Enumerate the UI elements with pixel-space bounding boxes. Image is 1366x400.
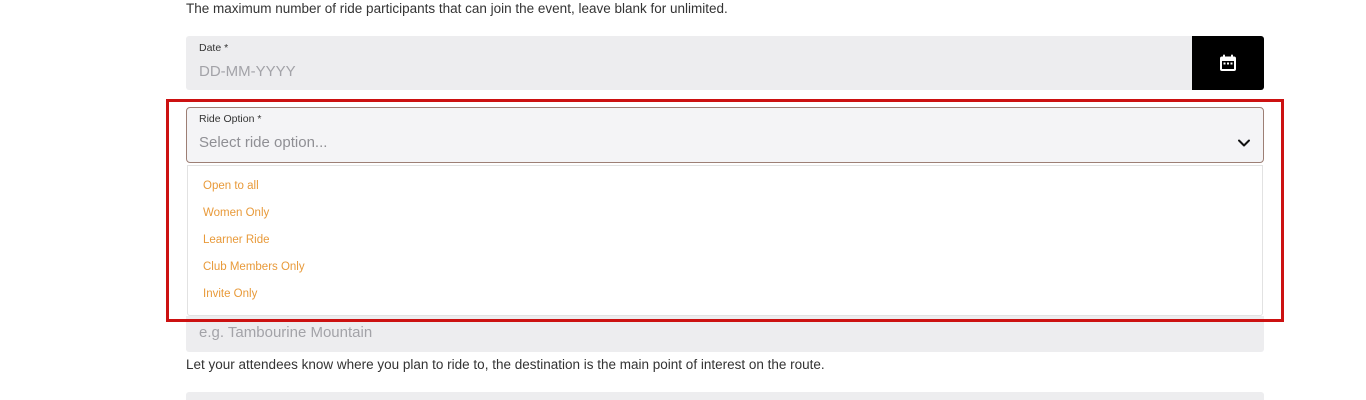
date-label: Date *	[199, 42, 229, 54]
ride-option-learner-ride[interactable]: Learner Ride	[203, 234, 269, 246]
ride-option-value: Select ride option...	[199, 134, 328, 151]
destination-helper-text: Let your attendees know where you plan t…	[186, 357, 825, 372]
ride-option-select[interactable]: Ride Option * Select ride option...	[186, 107, 1264, 163]
destination-input[interactable]: e.g. Tambourine Mountain	[199, 324, 372, 341]
date-field[interactable]: Date * DD-MM-YYYY	[186, 36, 1264, 90]
ride-option-invite-only[interactable]: Invite Only	[203, 288, 257, 300]
ride-option-club-members-only[interactable]: Club Members Only	[203, 261, 305, 273]
calendar-icon	[1220, 54, 1236, 71]
ride-option-open-to-all[interactable]: Open to all	[203, 180, 259, 192]
ride-option-women-only[interactable]: Women Only	[203, 207, 269, 219]
date-input[interactable]: DD-MM-YYYY	[199, 63, 296, 80]
chevron-down-icon[interactable]	[1237, 136, 1251, 150]
next-field[interactable]	[186, 392, 1264, 400]
destination-field[interactable]: e.g. Tambourine Mountain	[186, 316, 1264, 352]
ride-option-dropdown: Open to all Women Only Learner Ride Club…	[187, 165, 1263, 316]
date-picker-button[interactable]	[1192, 36, 1264, 90]
participants-helper-text: The maximum number of ride participants …	[186, 1, 728, 16]
ride-option-label: Ride Option *	[199, 113, 262, 125]
